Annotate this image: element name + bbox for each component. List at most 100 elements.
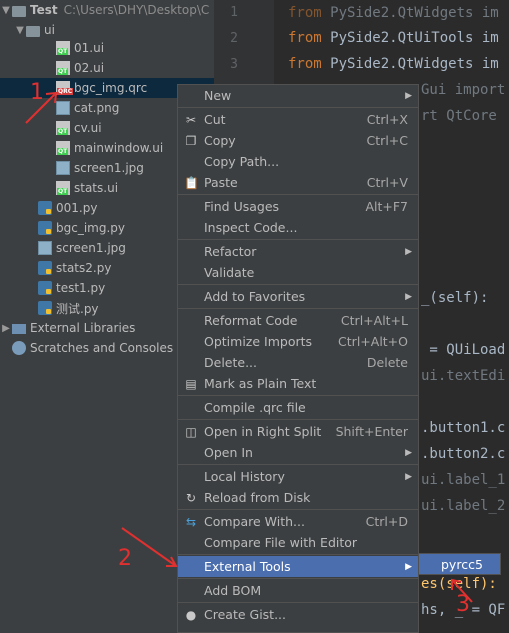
menu-item-optimize-imports[interactable]: Optimize Imports Ctrl+Alt+O	[178, 331, 418, 352]
code-line: ui.label_1	[421, 472, 506, 488]
tree-item-label: Scratches and Consoles	[30, 341, 174, 355]
tree-root[interactable]: ▼ Test C:\Users\DHY\Desktop\C	[0, 0, 214, 20]
submenu-arrow-icon: ▶	[405, 471, 412, 482]
library-icon	[12, 324, 26, 334]
menu-item-mark-plain-text[interactable]: ▤ Mark as Plain Text	[178, 373, 418, 394]
menu-item-create-gist[interactable]: ● Create Gist...	[178, 604, 418, 625]
menu-separator	[178, 395, 418, 396]
annotation-number-3: 3	[456, 592, 470, 617]
menu-item-compare-file-editor[interactable]: Compare File with Editor	[178, 532, 418, 553]
menu-item-compile-qrc[interactable]: Compile .qrc file	[178, 397, 418, 418]
chevron-right-icon[interactable]: ▶	[0, 323, 12, 334]
tree-item-label: ui	[44, 23, 55, 37]
tree-item[interactable]: 01.ui	[0, 38, 214, 58]
submenu-arrow-icon: ▶	[405, 561, 412, 572]
qrc-file-icon	[56, 81, 74, 95]
code-line: _(self):	[421, 290, 489, 306]
menu-separator	[178, 107, 418, 108]
qt-ui-file-icon	[56, 181, 70, 195]
python-file-icon	[38, 301, 52, 315]
code-line: es(self):	[421, 576, 497, 592]
reload-icon: ↻	[185, 490, 197, 505]
menu-item-open-right-split[interactable]: ◫ Open in Right Split Shift+Enter	[178, 421, 418, 442]
code-line: = QUiLoad	[421, 342, 506, 358]
tree-item-label: External Libraries	[30, 321, 136, 335]
line-number: 2	[230, 31, 238, 46]
tree-root-path: C:\Users\DHY\Desktop\C	[63, 3, 210, 17]
tree-item-label: bgc_img.qrc	[74, 81, 148, 95]
menu-separator	[178, 284, 418, 285]
code-line: .button2.c	[421, 446, 506, 462]
tree-item-ui[interactable]: ▼ ui	[0, 20, 214, 40]
python-file-icon	[38, 261, 52, 275]
menu-separator	[178, 239, 418, 240]
code-line: ui.textEdi	[421, 368, 506, 384]
menu-separator	[178, 419, 418, 420]
image-file-icon	[56, 161, 70, 175]
github-icon: ●	[185, 607, 197, 622]
folder-icon	[12, 5, 26, 17]
menu-item-local-history[interactable]: Local History ▶	[178, 466, 418, 487]
annotation-number-1: 1	[30, 80, 44, 105]
menu-item-add-to-favorites[interactable]: Add to Favorites ▶	[178, 286, 418, 307]
tree-item-label: stats.ui	[74, 181, 119, 195]
line-number: 3	[230, 57, 238, 72]
clipboard-icon: 📋	[184, 175, 199, 190]
compare-icon: ⇆	[185, 514, 197, 529]
menu-item-copy-path[interactable]: Copy Path...	[178, 151, 418, 172]
menu-item-cut[interactable]: ✂ Cut Ctrl+X	[178, 109, 418, 130]
menu-separator	[178, 308, 418, 309]
tree-item-label: 02.ui	[74, 61, 105, 75]
chevron-down-icon[interactable]: ▼	[0, 5, 12, 16]
tree-item-label: mainwindow.ui	[74, 141, 164, 155]
submenu-arrow-icon: ▶	[405, 291, 412, 302]
menu-item-delete[interactable]: Delete... Delete	[178, 352, 418, 373]
split-icon: ◫	[185, 424, 197, 439]
menu-separator	[178, 578, 418, 579]
submenu-arrow-icon: ▶	[405, 246, 412, 257]
submenu-item-pyrcc5[interactable]: pyrcc5	[418, 553, 501, 575]
tree-item-label: bgc_img.py	[56, 221, 126, 235]
code-line: from PySide2.QtWidgets im	[288, 5, 499, 21]
menu-item-external-tools[interactable]: External Tools ▶	[178, 556, 418, 577]
tree-item-label: stats2.py	[56, 261, 112, 275]
tree-item[interactable]: 02.ui	[0, 58, 214, 78]
plain-text-icon: ▤	[185, 376, 197, 391]
menu-item-compare-with[interactable]: ⇆ Compare With... Ctrl+D	[178, 511, 418, 532]
menu-item-reload-from-disk[interactable]: ↻ Reload from Disk	[178, 487, 418, 508]
scissors-icon: ✂	[185, 112, 197, 127]
code-line: ui.label_2	[421, 498, 506, 514]
qt-ui-file-icon	[56, 61, 70, 75]
code-line: Gui import	[421, 82, 506, 98]
menu-item-refactor[interactable]: Refactor ▶	[178, 241, 418, 262]
python-file-icon	[38, 221, 52, 235]
qt-ui-file-icon	[56, 121, 70, 135]
tree-item-label: cv.ui	[74, 121, 102, 135]
code-line: from PySide2.QtWidgets im	[288, 56, 499, 72]
menu-separator	[178, 602, 418, 603]
scratches-icon	[12, 341, 26, 355]
line-number: 1	[230, 5, 238, 20]
menu-item-add-bom[interactable]: Add BOM	[178, 580, 418, 601]
menu-item-paste[interactable]: 📋 Paste Ctrl+V	[178, 172, 418, 193]
menu-item-inspect-code[interactable]: Inspect Code...	[178, 217, 418, 238]
menu-item-copy[interactable]: ❐ Copy Ctrl+C	[178, 130, 418, 151]
tree-item-label: 测试.py	[56, 301, 99, 316]
menu-item-new[interactable]: New ▶	[178, 85, 418, 106]
tree-root-label: Test	[30, 3, 58, 17]
code-line: .button1.c	[421, 420, 506, 436]
copy-icon: ❐	[185, 133, 197, 148]
image-file-icon	[38, 241, 52, 255]
qt-ui-file-icon	[56, 41, 70, 55]
menu-item-validate[interactable]: Validate	[178, 262, 418, 283]
menu-item-open-in[interactable]: Open In ▶	[178, 442, 418, 463]
tree-item-label: cat.png	[74, 101, 120, 115]
python-file-icon	[38, 281, 52, 295]
tree-item-label: screen1.jpg	[56, 241, 126, 255]
menu-item-find-usages[interactable]: Find Usages Alt+F7	[178, 196, 418, 217]
chevron-down-icon[interactable]: ▼	[14, 25, 26, 36]
qt-ui-file-icon	[56, 141, 70, 155]
code-line: from PySide2.QtUiTools im	[288, 30, 499, 46]
tree-item-label: test1.py	[56, 281, 106, 295]
menu-item-reformat-code[interactable]: Reformat Code Ctrl+Alt+L	[178, 310, 418, 331]
